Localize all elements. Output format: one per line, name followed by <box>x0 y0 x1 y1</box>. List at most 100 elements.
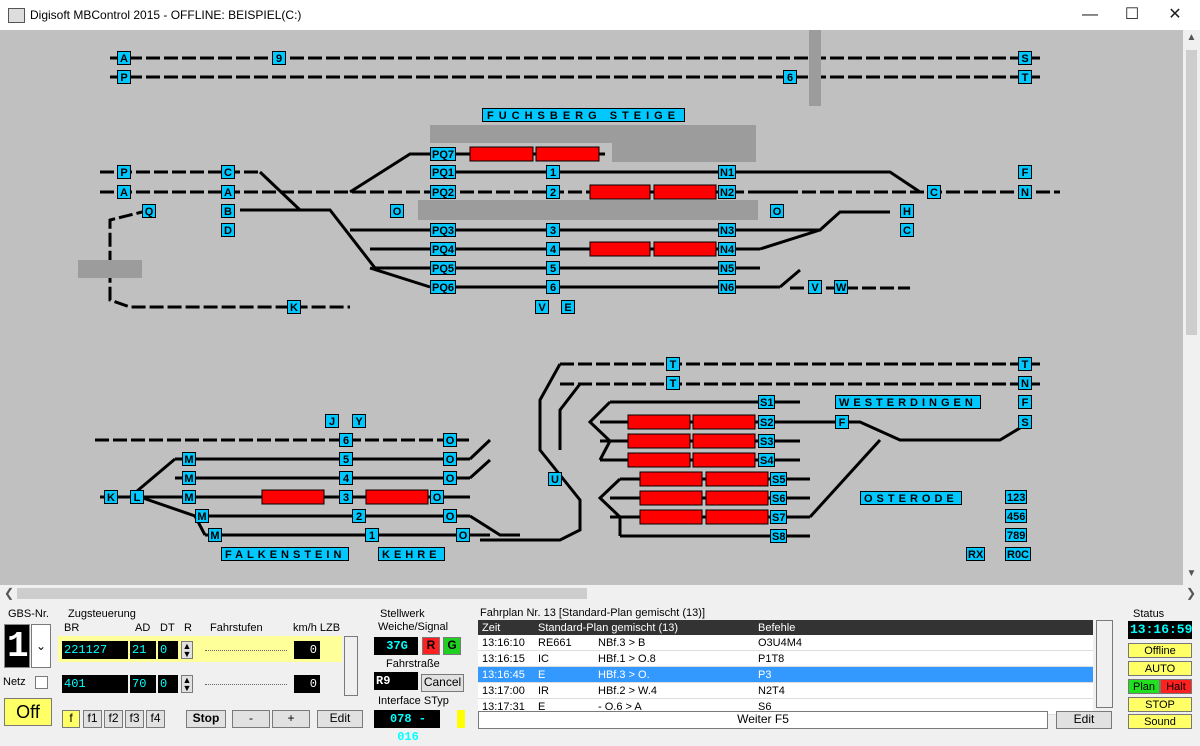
track-label[interactable]: P <box>117 165 131 179</box>
loco-dt-field[interactable]: 0 <box>158 641 178 659</box>
track-label-s6[interactable]: S6 <box>770 491 788 505</box>
track-label-s4[interactable]: S4 <box>758 453 776 467</box>
track-label[interactable]: O <box>770 204 784 218</box>
signal-label[interactable]: 3 <box>339 490 353 504</box>
scroll-down-icon[interactable]: ▼ <box>1183 568 1200 579</box>
signal-label[interactable]: 1 <box>365 528 379 542</box>
track-label-pq3[interactable]: PQ3 <box>430 223 457 237</box>
track-label-pq2[interactable]: PQ2 <box>430 185 457 199</box>
track-label-n4[interactable]: N4 <box>718 242 737 256</box>
scroll-left-icon[interactable]: ❮ <box>4 586 14 600</box>
track-label[interactable]: N <box>1018 185 1032 199</box>
track-label[interactable]: M <box>182 452 196 466</box>
track-label[interactable]: F <box>1018 395 1032 409</box>
stop-button[interactable]: Stop <box>186 710 226 728</box>
track-label-n3[interactable]: N3 <box>718 223 737 237</box>
track-label[interactable]: M <box>182 471 196 485</box>
track-label[interactable]: M <box>208 528 222 542</box>
function-f1-button[interactable]: f1 <box>83 710 102 728</box>
signal-label[interactable]: 2 <box>546 185 560 199</box>
weiter-button[interactable]: Weiter F5 <box>478 711 1048 729</box>
loco-ad-field[interactable]: 70 <box>130 675 156 693</box>
loco-edit-button[interactable]: Edit <box>317 710 363 728</box>
track-label[interactable]: Q <box>142 204 156 218</box>
signal-label[interactable]: 2 <box>352 509 366 523</box>
signal-label[interactable]: 3 <box>546 223 560 237</box>
fahrstrasse-field[interactable]: R9 <box>374 672 418 690</box>
track-label[interactable]: C <box>221 165 235 179</box>
fahrplan-edit-button[interactable]: Edit <box>1056 711 1112 729</box>
signal-label[interactable]: 4 <box>546 242 560 256</box>
function-f4-button[interactable]: f4 <box>146 710 165 728</box>
track-label[interactable]: O <box>443 452 457 466</box>
gbs-dropdown[interactable]: ⌄ <box>31 624 51 668</box>
track-label[interactable]: W <box>834 280 849 294</box>
track-label-s3[interactable]: S3 <box>758 434 776 448</box>
track-label-pq7[interactable]: PQ7 <box>430 147 457 161</box>
track-label[interactable]: O <box>456 528 470 542</box>
track-label-pq5[interactable]: PQ5 <box>430 261 457 275</box>
loco-dt-field[interactable]: 0 <box>158 675 178 693</box>
minimize-button[interactable]: — <box>1075 4 1105 26</box>
track-label-n1[interactable]: N1 <box>718 165 737 179</box>
track-label[interactable]: N <box>1018 376 1032 390</box>
set-red-button[interactable]: R <box>422 637 440 655</box>
track-label[interactable]: O <box>443 509 457 523</box>
fahrplan-scrollbar[interactable] <box>1096 620 1113 708</box>
track-label[interactable]: T <box>666 376 680 390</box>
loco-br-field[interactable]: 401 <box>62 675 128 693</box>
off-button[interactable]: Off <box>4 698 52 726</box>
vertical-scrollbar[interactable]: ▲ ▼ <box>1183 30 1200 585</box>
track-label[interactable]: 9 <box>272 51 286 65</box>
track-label[interactable]: M <box>195 509 209 523</box>
speed-slider[interactable] <box>205 684 287 686</box>
track-label[interactable]: T <box>666 357 680 371</box>
scroll-thumb[interactable] <box>1186 50 1197 335</box>
track-label[interactable]: D <box>221 223 235 237</box>
track-label-s2[interactable]: S2 <box>758 415 776 429</box>
track-label-pq4[interactable]: PQ4 <box>430 242 457 256</box>
auto-button[interactable]: AUTO <box>1128 661 1192 676</box>
track-diagram[interactable]: A P 9 6 S T FUCHSBERG STEIGE P A C A Q B… <box>0 30 1183 585</box>
signal-label[interactable]: 5 <box>546 261 560 275</box>
direction-toggle[interactable]: ▲ ▼ <box>181 641 193 659</box>
track-label-s5[interactable]: S5 <box>770 472 788 486</box>
track-label[interactable]: H <box>900 204 914 218</box>
table-row[interactable]: 13:16:10 RE661 NBf.3 > B O3U4M4 <box>478 635 1093 651</box>
speed-plus-button[interactable]: + <box>272 710 310 728</box>
scroll-thumb[interactable] <box>17 588 587 599</box>
track-label[interactable]: O <box>430 490 444 504</box>
signal-label[interactable]: 4 <box>339 471 353 485</box>
track-label[interactable]: P <box>117 70 131 84</box>
plan-button[interactable]: Plan <box>1128 679 1160 694</box>
track-label[interactable]: A <box>117 185 131 199</box>
scroll-up-icon[interactable]: ▲ <box>1183 32 1200 43</box>
track-label[interactable]: S <box>1018 415 1032 429</box>
track-label[interactable]: J <box>325 414 339 428</box>
close-button[interactable]: ✕ <box>1160 4 1190 26</box>
track-label[interactable]: T <box>1018 70 1032 84</box>
track-label[interactable]: C <box>927 185 941 199</box>
loco-list-scrollbar[interactable] <box>344 636 358 696</box>
track-label[interactable]: A <box>221 185 235 199</box>
track-label[interactable]: V <box>808 280 822 294</box>
status-stop-button[interactable]: STOP <box>1128 697 1192 712</box>
keypad-button[interactable]: 789 <box>1005 528 1028 542</box>
table-row[interactable]: 13:16:15 IC HBf.1 > O.8 P1T8 <box>478 650 1093 667</box>
track-label-n5[interactable]: N5 <box>718 261 737 275</box>
keypad-button[interactable]: R0C <box>1005 547 1032 561</box>
loco-ad-field[interactable]: 21 <box>130 641 156 659</box>
track-label[interactable]: V <box>535 300 549 314</box>
set-green-button[interactable]: G <box>443 637 461 655</box>
track-label[interactable]: K <box>287 300 301 314</box>
table-row-selected[interactable]: 13:16:45 E HBf.3 > O. P3 <box>478 666 1093 683</box>
track-label[interactable]: 6 <box>783 70 797 84</box>
cancel-button[interactable]: Cancel <box>421 674 464 692</box>
track-label[interactable]: E <box>561 300 575 314</box>
track-label[interactable]: S <box>1018 51 1032 65</box>
loco-br-field[interactable]: 221127 <box>62 641 128 659</box>
track-label[interactable]: K <box>104 490 118 504</box>
track-label-pq1[interactable]: PQ1 <box>430 165 457 179</box>
track-label[interactable]: A <box>117 51 131 65</box>
speed-minus-button[interactable]: - <box>232 710 270 728</box>
